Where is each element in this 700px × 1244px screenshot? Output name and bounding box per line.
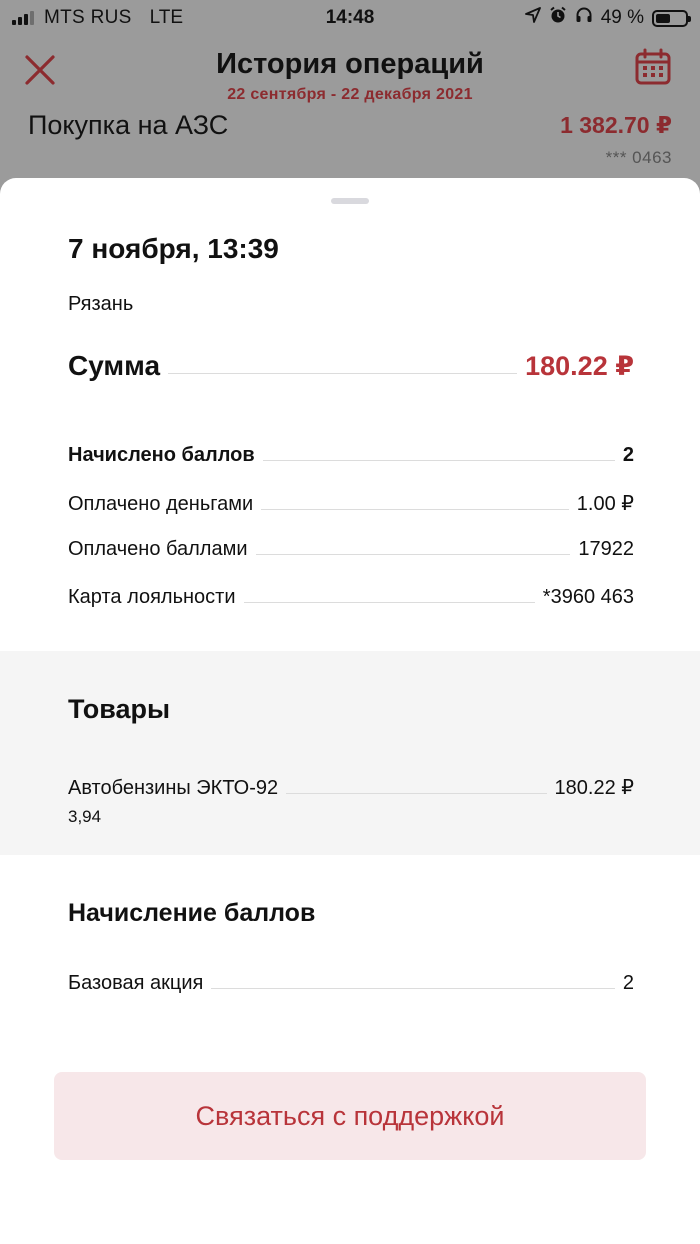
goods-item-quantity: 3,94 [68,807,102,826]
calendar-icon [635,48,671,85]
dotted-leader [255,553,571,555]
goods-title: Товары [68,694,171,724]
detail-label: Оплачено деньгами [68,493,254,515]
points-row-base-promo: Базовая акция 2 [68,972,634,995]
alarm-icon [549,6,567,30]
goods-item-name: Автобензины ЭКТО-92 [68,777,279,799]
detail-label: Начислено баллов [68,444,255,466]
points-value: 2 [622,972,634,994]
detail-row-paid-points: Оплачено баллами 17922 [68,538,634,561]
background-operation-card: *** 0463 [605,148,672,167]
location-arrow-icon [524,7,541,29]
period-range[interactable]: 22 сентября - 22 декабря 2021 [0,86,700,104]
headphones-icon [575,6,593,30]
contact-support-button[interactable]: Связаться с поддержкой [54,1072,646,1160]
dotted-leader [261,508,569,510]
detail-row-paid-money: Оплачено деньгами 1.00 ₽ [68,491,634,516]
detail-value: *3960 463 [542,586,634,608]
calendar-button[interactable] [634,48,672,86]
points-section-title: Начисление баллов [68,899,316,927]
goods-item: Автобензины ЭКТО-92 180.22 ₽ [68,775,634,800]
goods-section: Товары Автобензины ЭКТО-92 180.22 ₽ 3,94 [0,651,700,855]
detail-row-points-earned: Начислено баллов 2 [68,444,634,467]
detail-label: Оплачено баллами [68,538,248,560]
points-label: Базовая акция [68,972,204,994]
background-operation-title: Покупка на АЗС [28,110,229,140]
background-operation-amount: 1 382.70 ₽ [560,112,672,138]
operation-details-sheet: 7 ноября, 13:39 Рязань Сумма 180.22 ₽ На… [0,178,700,1244]
dotted-leader [168,372,518,374]
sheet-grabber[interactable] [331,198,369,204]
sum-row: Сумма 180.22 ₽ [68,350,634,382]
battery-percent: 49 % [600,7,644,28]
status-bar: MTS RUS LTE 14:48 49 % [0,0,700,36]
detail-value: 1.00 ₽ [576,493,634,515]
detail-value: 17922 [578,538,634,560]
detail-label: Карта лояльности [68,586,236,608]
operation-date: 7 ноября, 13:39 [68,233,279,264]
dotted-leader [286,792,547,794]
dotted-leader [211,987,615,989]
goods-item-price: 180.22 ₽ [554,777,634,799]
sum-label: Сумма [68,350,161,381]
detail-row-loyalty-card: Карта лояльности *3960 463 [68,586,634,609]
page-title: История операций [216,48,484,80]
operation-city: Рязань [68,293,134,315]
dotted-leader [243,601,535,603]
sum-value: 180.22 ₽ [525,351,634,381]
detail-value: 2 [622,444,634,466]
battery-icon [652,9,691,27]
dotted-leader [262,459,615,461]
